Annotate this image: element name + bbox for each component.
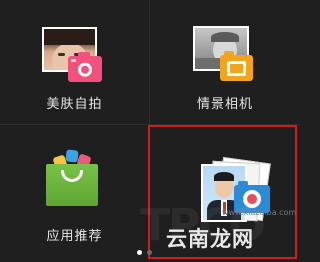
watermark-text: 云南龙网	[166, 227, 254, 251]
tile-grid: 美肤自拍 情景相机 应用推荐 TPCO www.xiazaiba.com 云南龙…	[0, 0, 300, 262]
tile-label: 情景相机	[196, 97, 253, 112]
shopping-bag-body	[46, 164, 98, 206]
tile-label: 应用推荐	[46, 229, 103, 244]
camera-icon	[68, 52, 102, 82]
camera-icon	[220, 51, 253, 81]
tile-scene-camera[interactable]: 情景相机	[150, 0, 300, 124]
app-recommend-bag-icon	[46, 148, 98, 206]
tile-app-recommend[interactable]: 应用推荐	[0, 125, 149, 262]
page-dot[interactable]	[137, 250, 142, 255]
watermark-site: www.xiazaiba.com	[222, 208, 297, 217]
tile-label: 美肤自拍	[46, 97, 103, 112]
tile-beauty-selfie[interactable]: 美肤自拍	[0, 0, 149, 124]
page-dot[interactable]	[147, 250, 152, 255]
